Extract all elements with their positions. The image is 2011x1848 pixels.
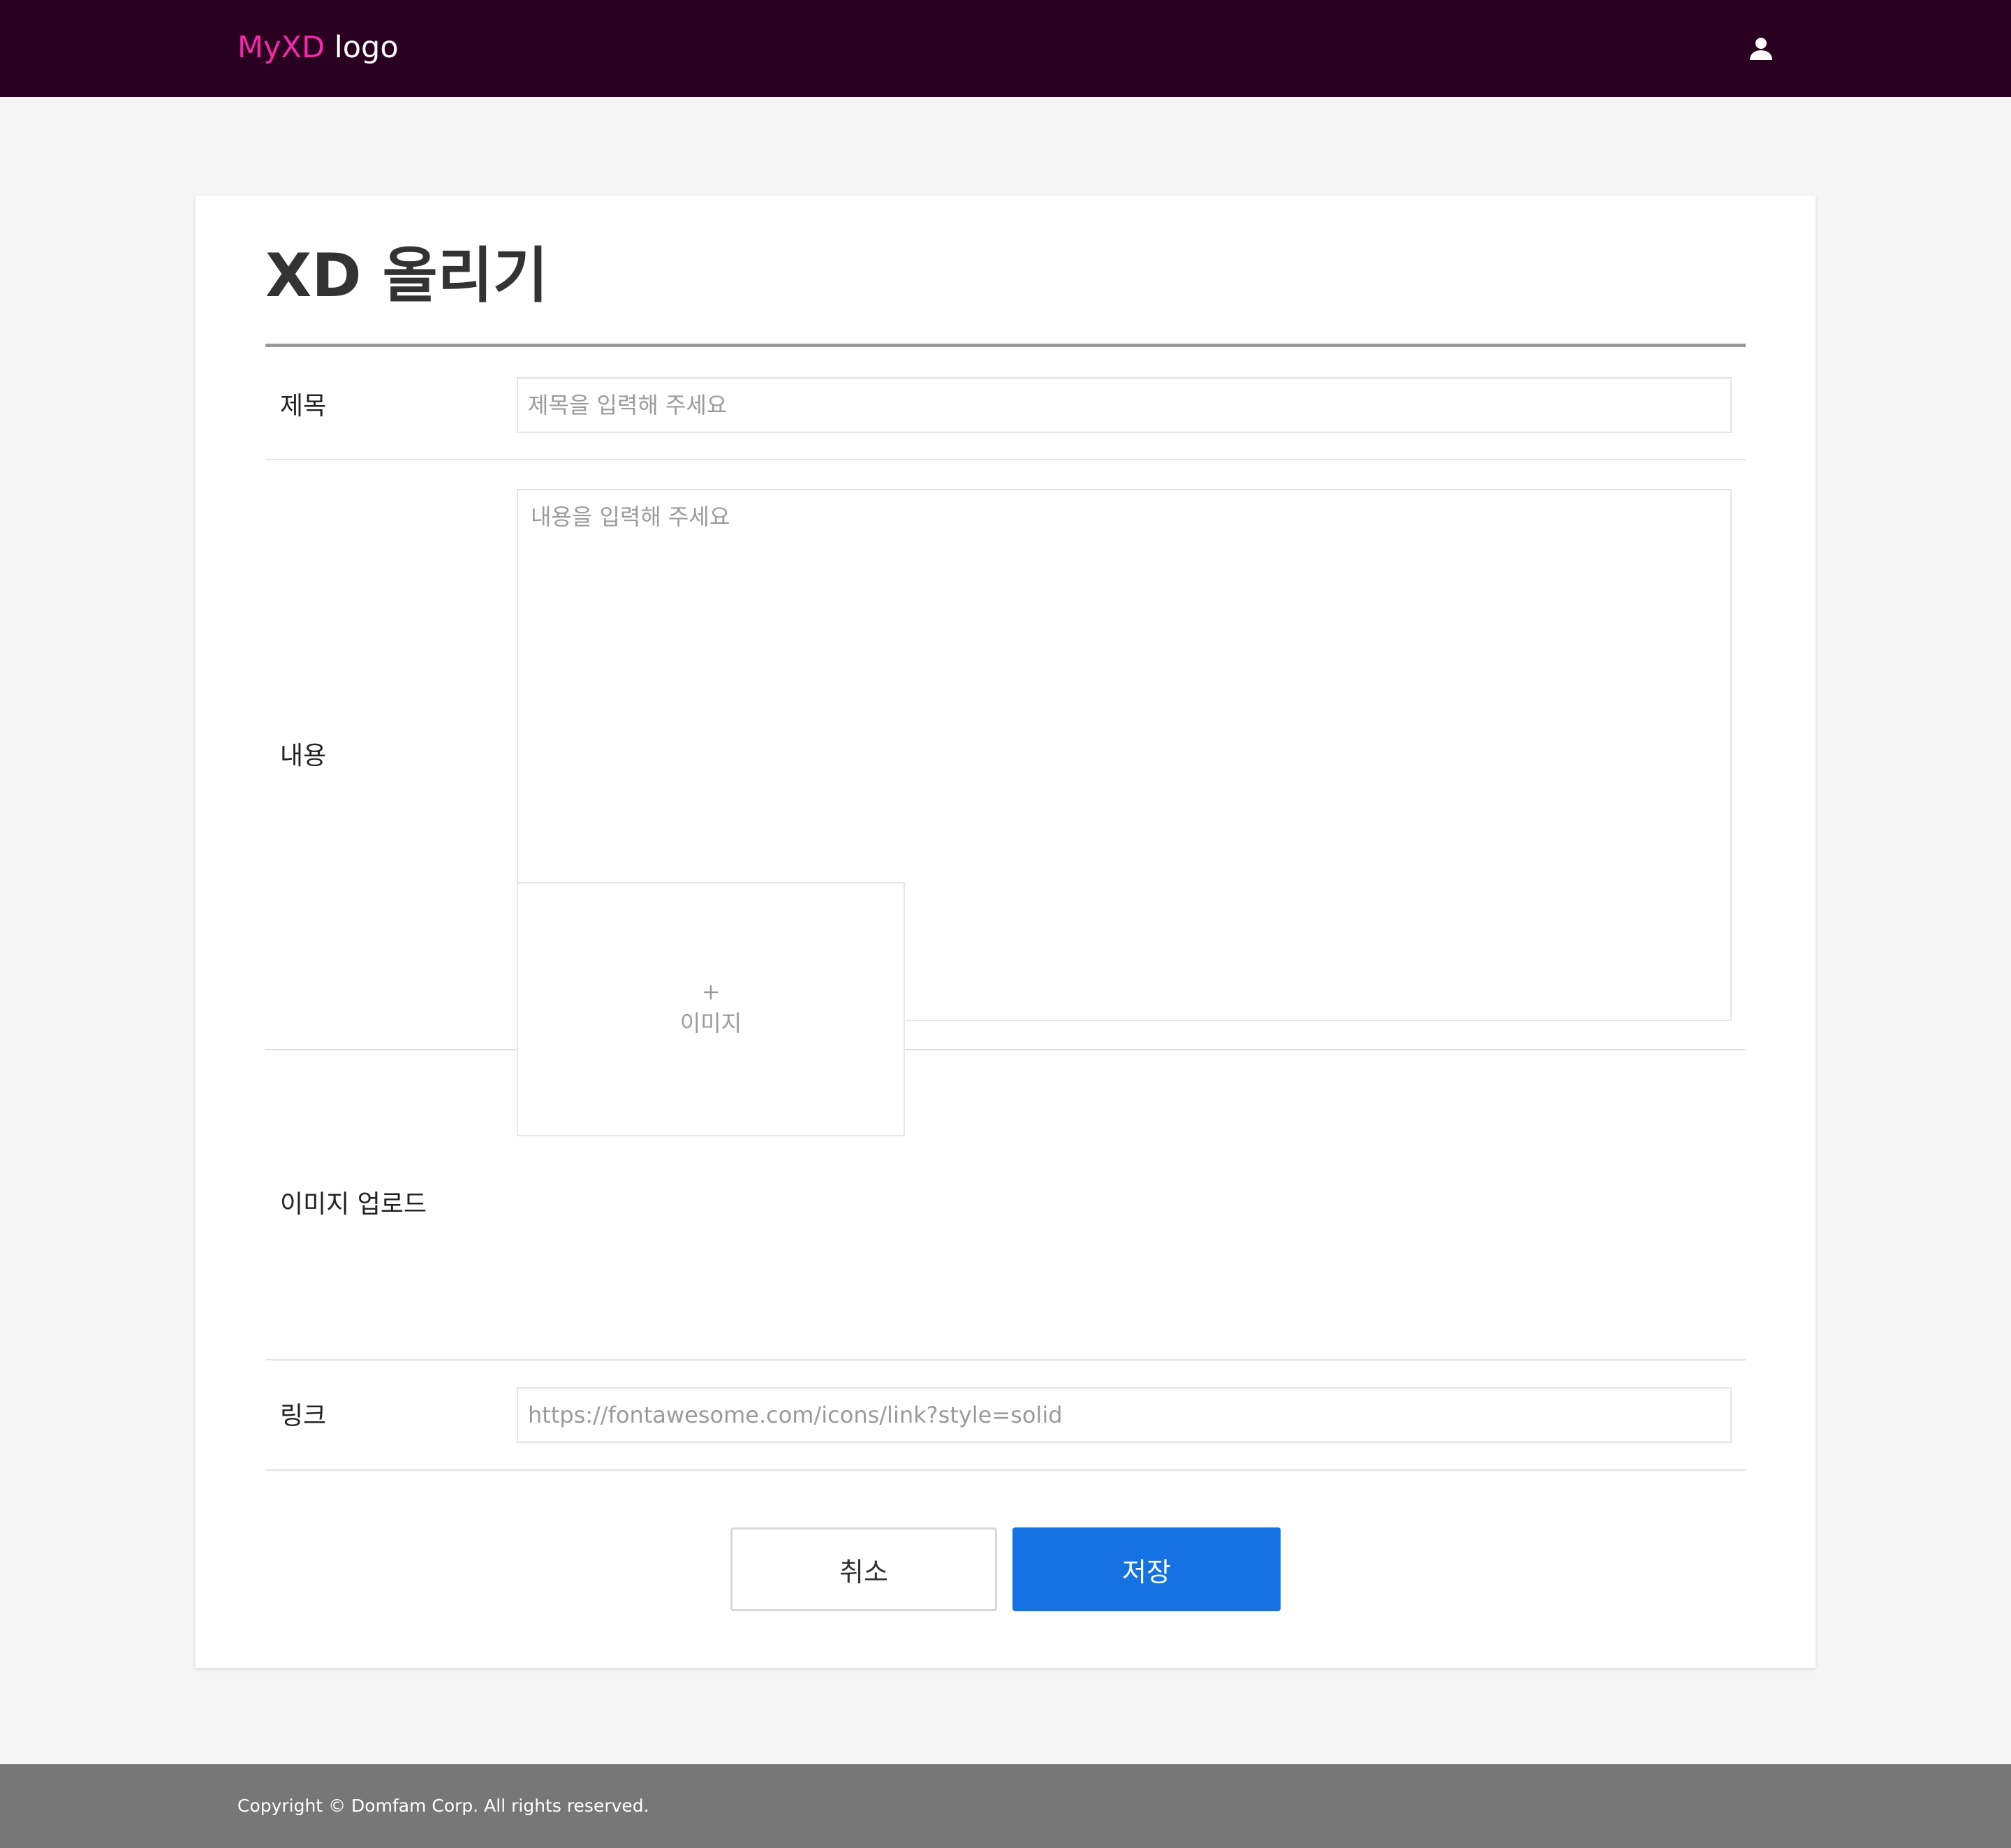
- title-input[interactable]: [517, 377, 1732, 433]
- plus-icon: +: [701, 978, 721, 1005]
- image-upload-text: 이미지: [679, 1010, 742, 1036]
- top-header: MyXD logo: [0, 0, 2011, 97]
- image-upload-label: 이미지 업로드: [280, 1190, 427, 1219]
- footer: Copyright © Domfam Corp. All rights rese…: [0, 1764, 2011, 1848]
- copyright-text: Copyright © Domfam Corp. All rights rese…: [237, 1796, 649, 1816]
- row-divider: [265, 1049, 1746, 1050]
- link-label: 링크: [280, 1402, 327, 1430]
- logo-suffix: logo: [325, 30, 399, 65]
- logo[interactable]: MyXD logo: [237, 28, 399, 67]
- row-divider: [265, 1469, 1746, 1471]
- title-divider: [265, 344, 1746, 347]
- logo-brand: MyXD: [237, 30, 325, 65]
- upload-form-card: XD 올리기 제목 내용 이미지 업로드 + 이미지 링크 취소 저장: [196, 196, 1815, 1668]
- save-button[interactable]: 저장: [1012, 1527, 1281, 1611]
- page-title: XD 올리기: [265, 241, 548, 311]
- cancel-button[interactable]: 취소: [730, 1527, 997, 1611]
- title-label: 제목: [280, 392, 327, 420]
- image-upload-box[interactable]: + 이미지: [517, 882, 905, 1136]
- row-divider: [265, 1359, 1746, 1361]
- row-divider: [265, 459, 1746, 460]
- link-input[interactable]: [517, 1387, 1732, 1443]
- content-label: 내용: [280, 742, 327, 770]
- user-icon[interactable]: [1747, 35, 1775, 63]
